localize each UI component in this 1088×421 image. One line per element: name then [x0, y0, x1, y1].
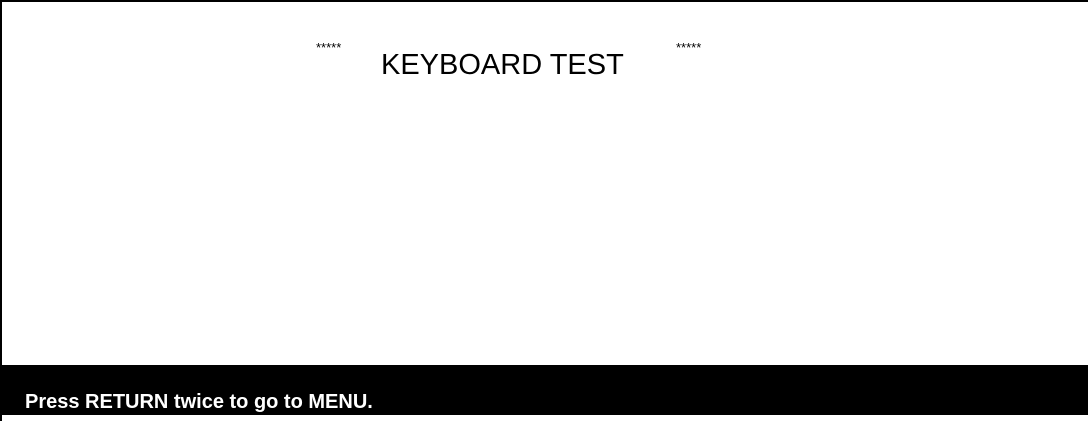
title-row: ***** KEYBOARD TEST ***** — [0, 38, 1088, 88]
title-right-stars: ***** — [676, 40, 702, 55]
keyboard-test-screen: ***** KEYBOARD TEST ***** Press RETURN t… — [0, 0, 1088, 421]
status-message: Press RETURN twice to go to MENU. — [25, 391, 373, 413]
status-bar: Press RETURN twice to go to MENU. — [0, 365, 1088, 415]
title-left-stars: ***** — [316, 40, 342, 55]
top-border — [0, 0, 1088, 2]
page-title: KEYBOARD TEST — [381, 49, 624, 81]
